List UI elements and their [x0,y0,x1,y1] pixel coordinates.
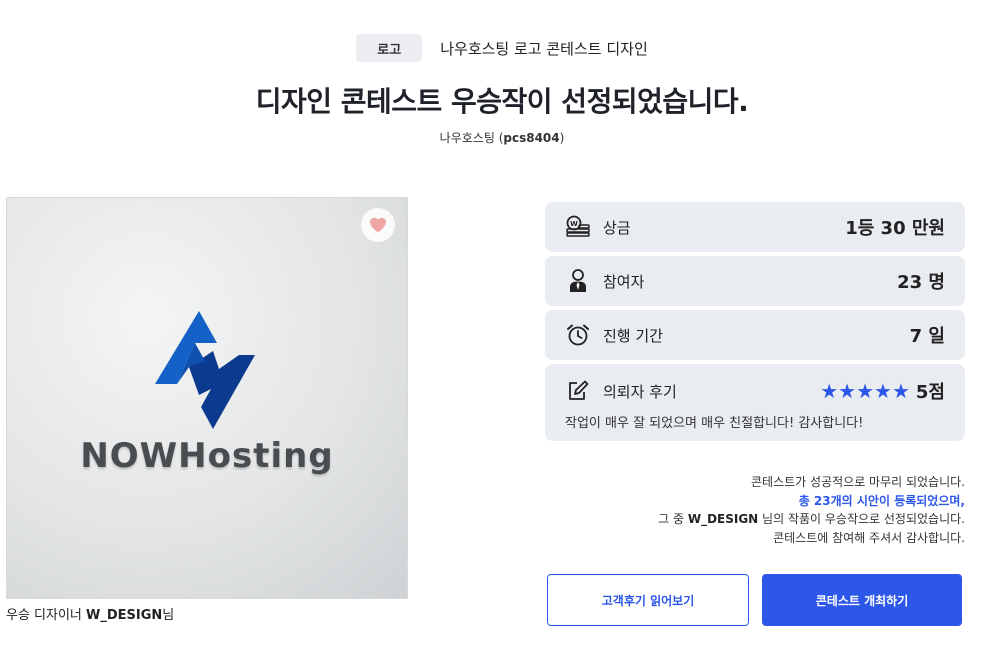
period-card: 진행 기간 7 일 [545,310,965,360]
caption-suffix: 님 [162,608,175,623]
contest-name: 나우호스팅 로고 콘테스트 디자인 [440,39,648,58]
participants-value: 23 명 [897,272,945,293]
message-line-2: 총 23개의 시안이 등록되었으며, [798,493,965,508]
review-text: 작업이 매우 잘 되었으며 매우 친절합니다! 감사합니다! [565,416,864,431]
edit-icon [565,378,591,404]
message-line-3: 그 중 W_DESIGN 님의 작품이 우승작으로 선정되었습니다. [658,510,965,529]
participants-card: 참여자 23 명 [545,256,965,306]
svg-text:W: W [570,220,578,228]
winner-designer-caption: 우승 디자이너 W_DESIGN님 [6,604,174,623]
message-line-4: 콘테스트에 참여해 주셔서 감사합니다. [773,530,965,545]
prize-card: W 상금 1등 30 만원 [545,202,965,252]
nowhosting-logo-mark [155,311,255,429]
caption-prefix: 우승 디자이너 [6,608,87,623]
prize-value: 1등 30 만원 [845,218,945,239]
review-header: 의뢰자 후기 ★★★★★ 5점 [565,378,945,404]
prize-money-icon: W [565,214,591,240]
review-score: 5점 [915,382,945,403]
person-icon [565,268,591,294]
designer-name[interactable]: W_DESIGN [86,608,162,623]
host-name: 나우호스팅 [439,131,495,145]
completion-message: 콘테스트가 성공적으로 마무리 되었습니다. 총 23개의 시안이 등록되었으며… [658,473,965,547]
favorite-button[interactable] [361,208,395,242]
host-contest-button[interactable]: 콘테스트 개최하기 [762,574,962,626]
heart-icon [370,217,386,233]
contest-header: 로고 나우호스팅 로고 콘테스트 디자인 [0,34,1004,62]
client-review-card: 의뢰자 후기 ★★★★★ 5점 작업이 매우 잘 되었으며 매우 친절합니다! … [545,364,965,441]
message-designer-name: W_DESIGN [687,512,759,526]
category-badge[interactable]: 로고 [356,34,423,62]
read-reviews-button[interactable]: 고객후기 읽어보기 [547,574,749,626]
message-line-3-prefix: 그 중 [658,512,688,526]
logo-wordmark: NOWHosting [80,436,334,476]
host-info: 나우호스팅 (pcs8404) [439,131,565,145]
page-title: 디자인 콘테스트 우승작이 선정되었습니다. [255,85,749,118]
period-label: 진행 기간 [603,326,663,345]
winning-design-image[interactable]: NOWHosting [6,197,408,599]
alarm-clock-icon [565,322,591,348]
contest-result-page: 로고 나우호스팅 로고 콘테스트 디자인 디자인 콘테스트 우승작이 선정되었습… [0,0,1004,657]
message-line-1: 콘테스트가 성공적으로 마무리 되었습니다. [751,475,965,489]
star-rating: ★★★★★ [820,379,910,403]
period-value: 7 일 [909,326,945,347]
message-line-3-suffix: 님의 작품이 우승작으로 선정되었습니다. [758,512,965,526]
host-id: pcs8404 [503,131,560,145]
review-label: 의뢰자 후기 [603,382,677,401]
participants-label: 참여자 [603,272,645,291]
prize-label: 상금 [603,218,631,237]
